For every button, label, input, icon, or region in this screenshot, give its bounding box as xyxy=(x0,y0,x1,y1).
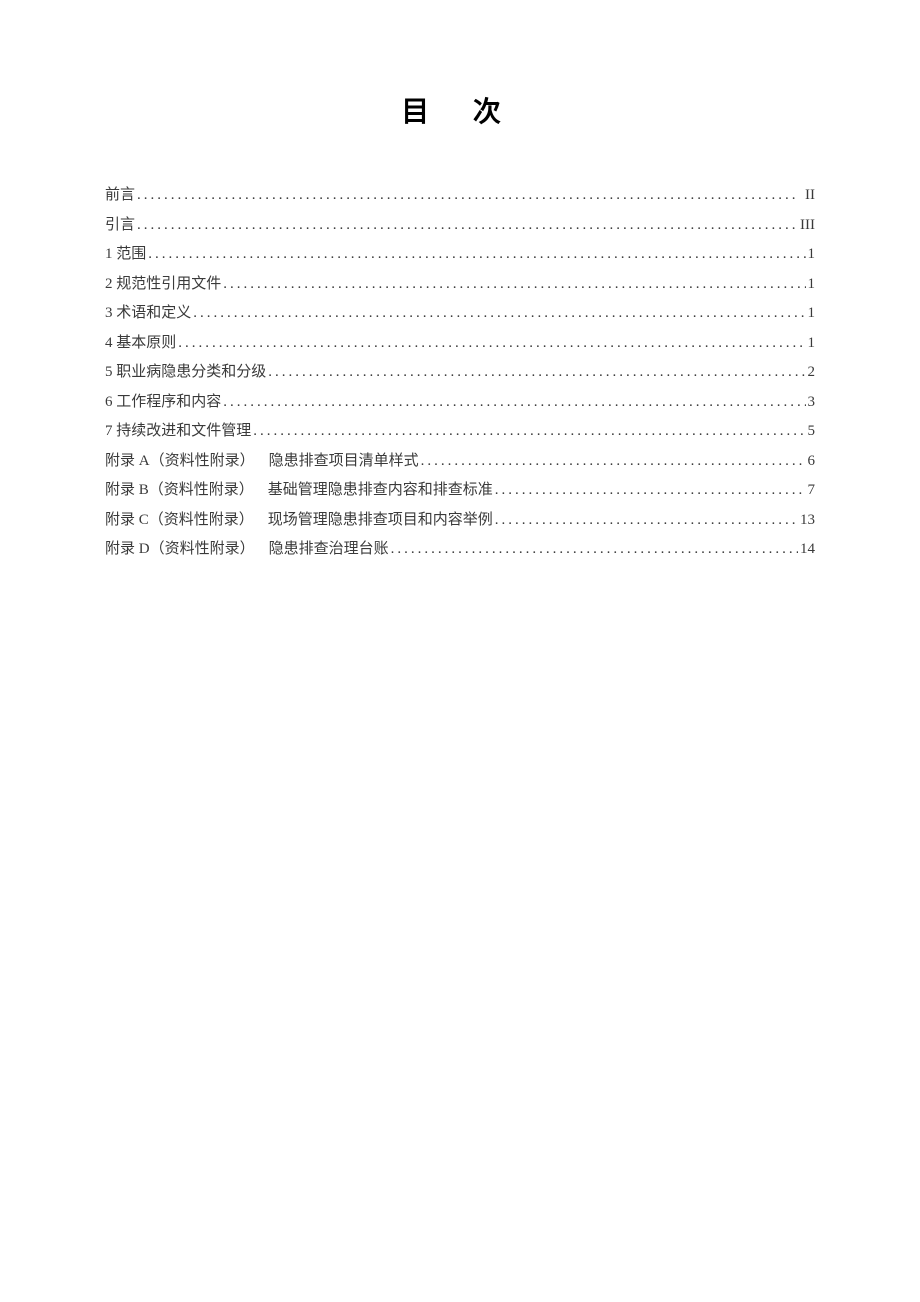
toc-dots: ........................................… xyxy=(391,542,798,557)
toc-entry: 引言 .....................................… xyxy=(105,218,815,233)
toc-page: III xyxy=(800,218,815,233)
toc-dots: ........................................… xyxy=(193,306,805,321)
toc-label: 1 范围 xyxy=(105,247,146,262)
toc-page: 14 xyxy=(800,542,815,557)
toc-page: 1 xyxy=(808,306,816,321)
toc-dots: ........................................… xyxy=(223,395,805,410)
toc-page: II xyxy=(805,188,815,203)
toc-page: 6 xyxy=(808,454,816,469)
toc-label: 附录 B（资料性附录） xyxy=(105,483,254,498)
toc-label: 3 术语和定义 xyxy=(105,306,191,321)
toc-page: 1 xyxy=(808,247,816,262)
toc-dots: ........................................… xyxy=(253,424,805,439)
toc-entry: 附录 B（资料性附录） 基础管理隐患排查内容和排查标准 ............… xyxy=(105,483,815,498)
toc-entry: 1 范围 ...................................… xyxy=(105,247,815,262)
toc-entry: 4 基本原则 .................................… xyxy=(105,336,815,351)
toc-dots: ........................................… xyxy=(137,218,798,233)
toc-label: 6 工作程序和内容 xyxy=(105,395,221,410)
table-of-contents: 前言 .....................................… xyxy=(105,188,815,557)
toc-label: 前言 xyxy=(105,188,135,203)
toc-label: 4 基本原则 xyxy=(105,336,176,351)
toc-page: 2 xyxy=(808,365,816,380)
toc-entry: 3 术语和定义 ................................… xyxy=(105,306,815,321)
toc-dots: ........................................… xyxy=(137,188,803,203)
toc-entry: 5 职业病隐患分类和分级 ...........................… xyxy=(105,365,815,380)
toc-page: 13 xyxy=(800,513,815,528)
toc-entry: 6 工作程序和内容 ..............................… xyxy=(105,395,815,410)
toc-label: 附录 A（资料性附录） xyxy=(105,454,255,469)
toc-label: 2 规范性引用文件 xyxy=(105,277,221,292)
page-title: 目 次 xyxy=(105,90,815,130)
toc-label: 附录 C（资料性附录） xyxy=(105,513,254,528)
toc-entry: 7 持续改进和文件管理 ............................… xyxy=(105,424,815,439)
toc-entry: 附录 A（资料性附录） 隐患排查项目清单样式 .................… xyxy=(105,454,815,469)
toc-dots: ........................................… xyxy=(421,454,806,469)
toc-page: 1 xyxy=(808,336,816,351)
toc-label: 7 持续改进和文件管理 xyxy=(105,424,251,439)
toc-desc: 基础管理隐患排查内容和排查标准 xyxy=(268,483,493,498)
toc-dots: ........................................… xyxy=(178,336,805,351)
toc-dots: ........................................… xyxy=(495,513,798,528)
toc-dots: ........................................… xyxy=(148,247,805,262)
toc-dots: ........................................… xyxy=(223,277,805,292)
toc-entry: 附录 D（资料性附录） 隐患排查治理台账 ...................… xyxy=(105,542,815,557)
toc-entry: 前言 .....................................… xyxy=(105,188,815,203)
toc-page: 7 xyxy=(808,483,816,498)
toc-dots: ........................................… xyxy=(268,365,805,380)
toc-page: 1 xyxy=(808,277,816,292)
toc-label: 引言 xyxy=(105,218,135,233)
toc-label: 附录 D（资料性附录） xyxy=(105,542,255,557)
toc-page: 5 xyxy=(808,424,816,439)
toc-desc: 隐患排查项目清单样式 xyxy=(269,454,419,469)
toc-entry: 附录 C（资料性附录） 现场管理隐患排查项目和内容举例 ............… xyxy=(105,513,815,528)
toc-entry: 2 规范性引用文件 ..............................… xyxy=(105,277,815,292)
toc-label: 5 职业病隐患分类和分级 xyxy=(105,365,266,380)
toc-dots: ........................................… xyxy=(495,483,806,498)
toc-page: 3 xyxy=(808,395,816,410)
toc-desc: 现场管理隐患排查项目和内容举例 xyxy=(268,513,493,528)
toc-desc: 隐患排查治理台账 xyxy=(269,542,389,557)
